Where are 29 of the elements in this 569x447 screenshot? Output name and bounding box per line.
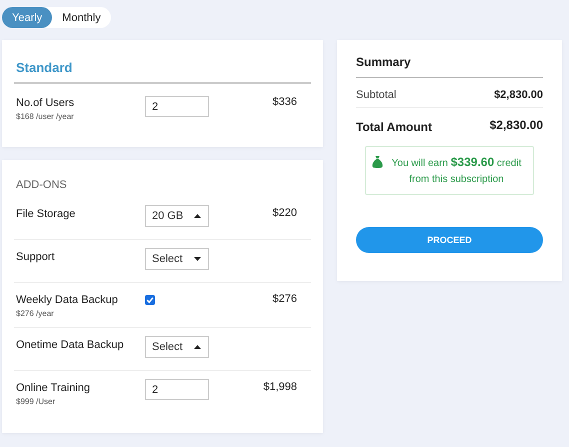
users-input[interactable]: 2 bbox=[145, 96, 209, 117]
item-label: File Storage bbox=[16, 208, 76, 220]
section-title: ADD-ONS bbox=[15, 179, 68, 191]
total-label: Total Amount bbox=[356, 120, 432, 134]
item-price: $276 bbox=[272, 293, 298, 305]
item-rate: $999 /User bbox=[16, 397, 56, 406]
dropdown[interactable]: Select bbox=[145, 248, 209, 270]
money-bag-icon bbox=[372, 156, 383, 168]
item-rate: $168 /user /year bbox=[16, 112, 75, 121]
item-price: $1,998 bbox=[262, 381, 298, 393]
summary-title: Summary bbox=[356, 55, 412, 69]
credit-text: You will earn $339.60 credit from this subscription bbox=[390, 154, 522, 188]
item-label: Online Training bbox=[16, 382, 91, 394]
plan-title: Standard bbox=[15, 60, 74, 75]
dropdown[interactable]: Select bbox=[145, 336, 209, 358]
subtotal-value: $2,830.00 bbox=[494, 89, 543, 101]
subtotal-label: Subtotal bbox=[356, 89, 396, 101]
checkbox[interactable] bbox=[145, 295, 155, 305]
item-price: $220 bbox=[272, 207, 298, 219]
item-price: $336 bbox=[272, 96, 298, 108]
item-label: Support bbox=[16, 251, 56, 263]
billing-tab[interactable]: Monthly bbox=[52, 7, 111, 28]
total-value: $2,830.00 bbox=[490, 118, 543, 132]
quantity-input[interactable]: 2 bbox=[145, 379, 209, 400]
item-label: Weekly Data Backup bbox=[16, 294, 119, 306]
item-label: Onetime Data Backup bbox=[16, 339, 125, 351]
item-rate: $276 /year bbox=[16, 309, 55, 318]
dropdown[interactable]: 20 GB bbox=[145, 205, 209, 227]
item-label: No.of Users bbox=[16, 97, 76, 109]
